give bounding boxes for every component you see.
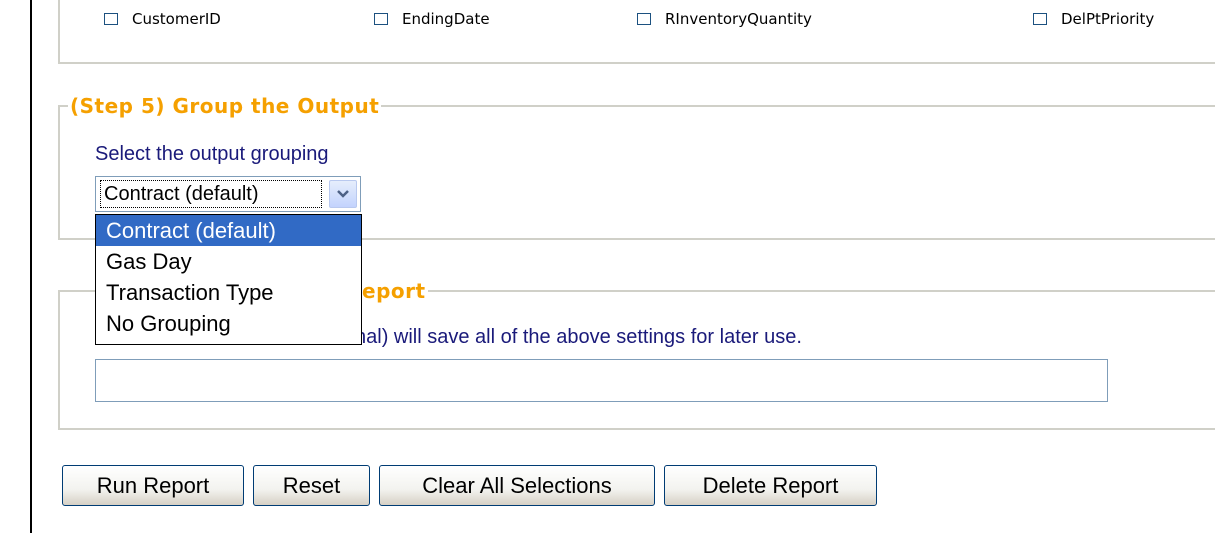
option-gas-day[interactable]: Gas Day — [96, 246, 361, 277]
save-report-description: nal) will save all of the above settings… — [355, 326, 802, 348]
option-transaction-type[interactable]: Transaction Type — [96, 277, 361, 308]
checkbox-box[interactable] — [104, 13, 118, 25]
checkbox-label: EndingDate — [402, 10, 490, 28]
chevron-down-icon[interactable] — [329, 180, 357, 208]
checkbox-box[interactable] — [637, 13, 651, 25]
left-border — [30, 0, 32, 533]
checkbox-rinventoryquantity[interactable]: RInventoryQuantity — [637, 10, 812, 28]
step4-checkbox-row: CustomerID EndingDate RInventoryQuantity… — [0, 10, 1215, 30]
option-contract-default[interactable]: Contract (default) — [96, 215, 361, 246]
grouping-dropdown-list: Contract (default) Gas Day Transaction T… — [95, 214, 362, 345]
report-name-input[interactable] — [95, 359, 1108, 402]
grouping-select[interactable]: Contract (default) — [95, 176, 361, 212]
step6-legend: eport — [360, 279, 428, 303]
checkbox-label: RInventoryQuantity — [665, 10, 812, 28]
checkbox-label: CustomerID — [132, 10, 221, 28]
checkbox-box[interactable] — [1033, 13, 1047, 25]
delete-report-button[interactable]: Delete Report — [664, 465, 877, 506]
option-no-grouping[interactable]: No Grouping — [96, 308, 361, 339]
checkbox-delptpriority[interactable]: DelPtPriority — [1033, 10, 1154, 28]
clear-all-selections-button[interactable]: Clear All Selections — [379, 465, 655, 506]
checkbox-customerid[interactable]: CustomerID — [104, 10, 221, 28]
reset-button[interactable]: Reset — [253, 465, 370, 506]
grouping-select-value: Contract (default) — [100, 180, 322, 208]
grouping-instruction: Select the output grouping — [95, 143, 329, 165]
checkbox-box[interactable] — [374, 13, 388, 25]
checkbox-label: DelPtPriority — [1061, 10, 1155, 28]
run-report-button[interactable]: Run Report — [62, 465, 244, 506]
checkbox-endingdate[interactable]: EndingDate — [374, 10, 490, 28]
step5-legend: (Step 5) Group the Output — [68, 94, 382, 118]
